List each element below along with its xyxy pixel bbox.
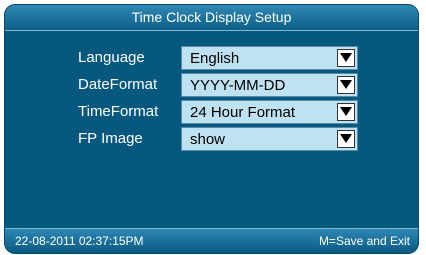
language-label: Language — [78, 49, 145, 66]
setting-row-dateformat: DateFormat YYYY-MM-DD — [5, 73, 418, 97]
fpimage-label: FP Image — [78, 130, 143, 147]
timeformat-dropdown[interactable]: 24 Hour Format — [181, 100, 358, 124]
dropdown-arrow-icon[interactable] — [337, 103, 355, 121]
setting-row-language: Language English — [5, 46, 418, 70]
timeformat-label: TimeFormat — [78, 103, 159, 120]
fpimage-dropdown[interactable]: show — [181, 127, 358, 151]
fpimage-value: show — [190, 131, 226, 148]
dateformat-value: YYYY-MM-DD — [190, 77, 286, 94]
language-value: English — [190, 50, 240, 67]
save-exit-hint: M=Save and Exit — [318, 234, 410, 248]
setting-row-timeformat: TimeFormat 24 Hour Format — [5, 100, 418, 124]
status-bar: 22-08-2011 02:37:15PM M=Save and Exit — [5, 228, 418, 253]
page-title: Time Clock Display Setup — [131, 9, 292, 25]
dateformat-label: DateFormat — [78, 76, 158, 93]
title-bar: Time Clock Display Setup — [5, 5, 418, 31]
datetime-display: 22-08-2011 02:37:15PM — [15, 234, 144, 248]
dropdown-arrow-icon[interactable] — [337, 49, 355, 67]
timeformat-value: 24 Hour Format — [190, 104, 296, 121]
dropdown-arrow-icon[interactable] — [337, 130, 355, 148]
language-dropdown[interactable]: English — [181, 46, 358, 70]
settings-panel: Language English DateFormat YYYY-MM-DD T… — [5, 31, 418, 229]
device-screen: Time Clock Display Setup Language Englis… — [5, 5, 418, 253]
setting-row-fpimage: FP Image show — [5, 127, 418, 151]
dateformat-dropdown[interactable]: YYYY-MM-DD — [181, 73, 358, 97]
dropdown-arrow-icon[interactable] — [337, 76, 355, 94]
